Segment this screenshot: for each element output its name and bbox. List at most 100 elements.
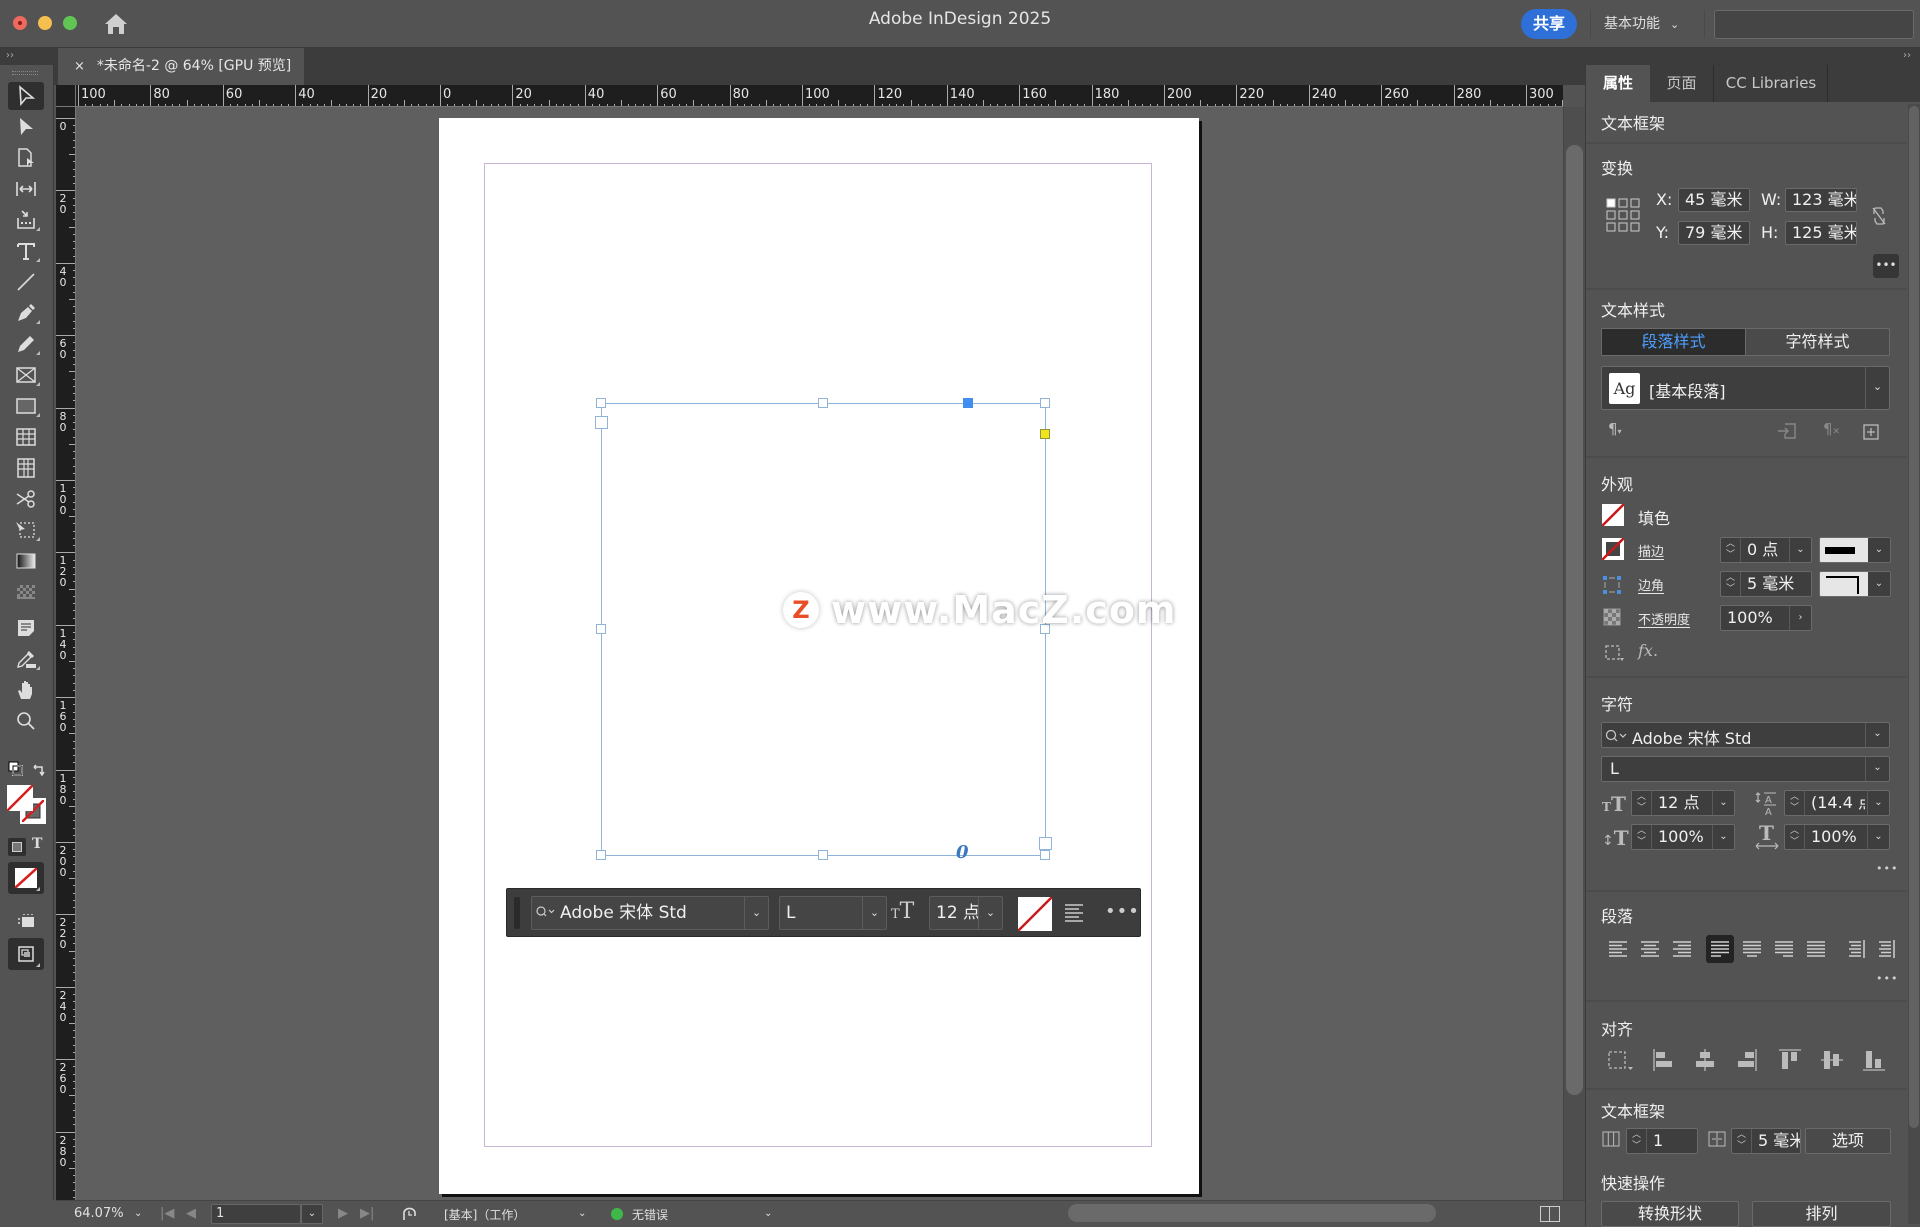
tab-cc-libraries[interactable]: CC Libraries (1715, 65, 1828, 102)
first-page-button[interactable]: |◀ (160, 1206, 174, 1221)
in-port[interactable] (595, 416, 608, 429)
collapse-panels-icon[interactable]: ›› (1903, 50, 1911, 61)
align-right-button[interactable] (1668, 935, 1696, 963)
align-horizontal-centers-icon[interactable] (1694, 1048, 1716, 1072)
pen-tool[interactable] (8, 299, 44, 327)
window-maximize-button[interactable] (63, 16, 77, 30)
resize-handle-top-left[interactable] (596, 398, 606, 408)
page-tool[interactable] (8, 144, 44, 172)
type-tool[interactable] (8, 237, 44, 265)
character-more-button[interactable]: ••• (1876, 862, 1898, 875)
align-right-edges-icon[interactable] (1736, 1048, 1758, 1072)
hand-tool[interactable] (8, 676, 44, 704)
stroke-label[interactable]: 描边 (1638, 541, 1664, 560)
font-size-field[interactable]: ︿ ﹀ 12 点 ⌄ (1631, 790, 1735, 816)
chevron-down-icon[interactable]: ⌄ (1865, 757, 1889, 781)
taskbar-font-family[interactable]: Adobe 宋体 Std ⌄ (531, 896, 769, 930)
corner-options-icon[interactable] (1602, 575, 1622, 595)
rectangle-frame-tool[interactable] (8, 361, 44, 389)
previous-page-button[interactable]: ◀ (186, 1206, 196, 1221)
window-close-button[interactable] (13, 16, 27, 30)
document-canvas[interactable]: 0 Adobe 宋体 Std ⌄ L ⌄ TT 12 点 ⌄ ••• Z www… (76, 107, 1563, 1200)
page-dropdown-button[interactable]: ⌄ (301, 1204, 323, 1224)
share-button[interactable]: 共享 (1521, 9, 1577, 39)
view-mode-button[interactable] (8, 938, 44, 970)
stroke-weight-field[interactable]: ︿ ﹀ 0 点 ⌄ (1720, 537, 1812, 563)
taskbar-fill-swatch[interactable] (1018, 897, 1052, 931)
document-tab[interactable]: × *未命名-2 @ 64% [GPU 预览] (58, 48, 304, 85)
stepper-arrows-icon[interactable]: ︿ ﹀ (1785, 825, 1805, 849)
vertical-scale-field[interactable]: ︿ ﹀ 100% ⌄ (1631, 824, 1735, 850)
formatting-affects-text-button[interactable]: T (32, 836, 42, 852)
tab-character-styles[interactable]: 字符样式 (1745, 329, 1889, 355)
taskbar-grip[interactable] (514, 897, 520, 929)
stepper-arrows-icon[interactable]: ︿ ﹀ (1627, 1129, 1647, 1153)
split-window-icon[interactable] (1540, 1206, 1560, 1222)
paragraph-style-dropdown[interactable]: Ag [基本段落] ⌄ (1601, 366, 1890, 410)
content-collector-tool[interactable] (8, 206, 44, 234)
text-frame-options-button[interactable]: 选项 (1805, 1128, 1891, 1154)
out-port[interactable] (1039, 837, 1052, 850)
chevron-down-icon[interactable]: ⌄ (744, 897, 768, 929)
preflight-status-chevron[interactable]: ⌄ (764, 1208, 772, 1219)
chevron-right-icon[interactable]: › (1789, 606, 1811, 630)
width-field[interactable]: 123 毫米 (1785, 188, 1857, 212)
stroke-type-dropdown[interactable]: ⌄ (1819, 537, 1891, 563)
stepper-arrows-icon[interactable]: ︿ ﹀ (1632, 791, 1652, 815)
effects-icon[interactable]: fx. (1638, 641, 1658, 660)
reference-point-icon[interactable] (1606, 198, 1640, 232)
free-transform-tool[interactable] (8, 516, 44, 544)
transform-more-button[interactable]: ••• (1873, 254, 1899, 278)
window-minimize-button[interactable] (38, 16, 52, 30)
fill-swatch[interactable] (7, 785, 33, 811)
corner-size-field[interactable]: ︿ ﹀ 5 毫米 (1720, 571, 1812, 597)
preflight-profile-chevron[interactable]: ⌄ (578, 1208, 586, 1219)
justify-all-button[interactable] (1802, 935, 1830, 963)
paragraph-align-icon[interactable] (1063, 902, 1085, 924)
table-column-tool[interactable] (8, 454, 44, 482)
frame-fitting-icon[interactable] (1604, 644, 1624, 662)
resize-handle-bottom-right[interactable] (1040, 850, 1050, 860)
chevron-down-icon[interactable]: ⌄ (1867, 825, 1889, 849)
default-fill-stroke-icon[interactable] (8, 761, 24, 777)
resize-handle-left[interactable] (596, 624, 606, 634)
stepper-arrows-icon[interactable]: ︿ ﹀ (1721, 538, 1741, 562)
eyedropper-tool[interactable] (8, 645, 44, 673)
align-bottom-edges-icon[interactable] (1862, 1048, 1886, 1072)
corner-shape-dropdown[interactable]: ⌄ (1819, 571, 1891, 597)
panel-scrollbar-thumb[interactable] (1909, 106, 1919, 1128)
justify-left-button[interactable] (1706, 935, 1734, 963)
chevron-down-icon[interactable]: ⌄ (1712, 791, 1734, 815)
gutter-field[interactable]: ︿ ﹀ 5 毫米 (1731, 1128, 1801, 1154)
taskbar-font-size[interactable]: 12 点 ⌄ (929, 896, 1003, 930)
chevron-down-icon[interactable]: ⌄ (1712, 825, 1734, 849)
font-family-dropdown[interactable]: Adobe 宋体 Std ⌄ (1601, 722, 1890, 748)
panel-scrollbar[interactable] (1908, 104, 1920, 1224)
chevron-down-icon[interactable]: ⌄ (1868, 538, 1890, 562)
expand-panels-icon[interactable]: ›› (6, 50, 14, 61)
align-towards-spine-button[interactable] (1842, 935, 1870, 963)
vertical-scrollbar[interactable] (1563, 107, 1585, 1200)
zoom-level[interactable]: 64.07% (74, 1206, 124, 1221)
stepper-arrows-icon[interactable]: ︿ ﹀ (1721, 572, 1741, 596)
close-tab-icon[interactable]: × (74, 59, 85, 74)
preflight-profile[interactable]: [基本]（工作） (444, 1206, 525, 1223)
x-position-field[interactable]: 45 毫米 (1678, 188, 1750, 212)
load-styles-icon[interactable] (1777, 422, 1799, 440)
chevron-down-icon[interactable]: ⌄ (1868, 572, 1890, 596)
columns-field[interactable]: ︿ ﹀ 1 (1626, 1128, 1698, 1154)
zoom-dropdown-chevron[interactable]: ⌄ (134, 1208, 142, 1219)
resize-handle-bottom[interactable] (818, 850, 828, 860)
chevron-down-icon[interactable]: ⌄ (862, 897, 886, 929)
home-icon[interactable] (103, 12, 129, 36)
direct-selection-tool[interactable] (8, 113, 44, 141)
selection-tool[interactable] (8, 82, 44, 110)
align-left-edges-icon[interactable] (1652, 1048, 1674, 1072)
align-top-edges-icon[interactable] (1778, 1048, 1802, 1072)
taskbar-font-style[interactable]: L ⌄ (779, 896, 887, 930)
create-new-style-icon[interactable] (1863, 424, 1879, 440)
align-away-from-spine-button[interactable] (1872, 935, 1900, 963)
paragraph-more-button[interactable]: ••• (1876, 972, 1898, 985)
resize-handle-bottom-left[interactable] (596, 850, 606, 860)
align-vertical-centers-icon[interactable] (1820, 1048, 1844, 1072)
